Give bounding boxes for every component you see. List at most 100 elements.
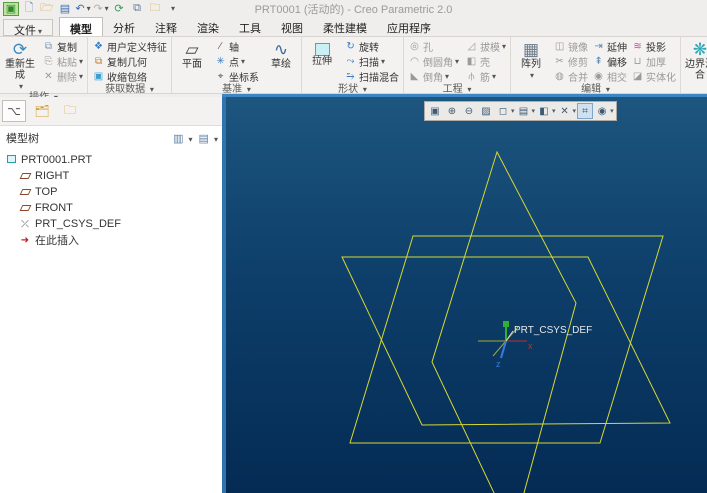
tab-annotate[interactable]: 注释 xyxy=(145,17,187,36)
tab-file[interactable]: 文件 ▾ xyxy=(3,19,54,37)
tab-render[interactable]: 渲染 xyxy=(187,17,229,36)
delete-button[interactable]: ✕ 删除 ▾ xyxy=(40,69,85,84)
datum-display-filters-dropdown[interactable]: ▾ xyxy=(573,107,577,115)
extrude-button[interactable]: 拉伸 xyxy=(304,39,340,67)
save-icon[interactable]: ▤ xyxy=(57,2,73,16)
new-file-icon[interactable]: 🗋 xyxy=(21,2,37,16)
mirror-button[interactable]: ◫ 镜像 xyxy=(551,39,590,54)
refit-button[interactable]: ▣ xyxy=(427,103,443,119)
saved-orientations-button[interactable]: ◻ xyxy=(495,103,511,119)
csys-icon: ⤫ xyxy=(21,218,29,230)
repaint-button[interactable]: ▨ xyxy=(478,103,494,119)
tab-tools[interactable]: 工具 xyxy=(229,17,271,36)
ribbon-group-surfaces: ❋ 边界混合 ▢填充 ◠造型 ●自由式 曲面 ▾ xyxy=(681,37,707,93)
tab-view[interactable]: 视图 xyxy=(271,17,313,36)
trim-icon: ✂ xyxy=(555,56,564,67)
swept-blend-button[interactable]: ⥲ 扫描混合 xyxy=(342,69,401,84)
tab-flexible-modeling[interactable]: 柔性建模 xyxy=(313,17,377,36)
datum-plane-icon xyxy=(18,203,32,214)
hole-button[interactable]: ◎ 孔 xyxy=(406,39,461,54)
copy-geometry-icon: ⧉ xyxy=(94,56,103,67)
draft-button[interactable]: ◿ 拔模 ▾ xyxy=(463,39,508,54)
model-tree: PRT0001.PRT RIGHT TOP FRONT ⤫ PRT_CSYS_D… xyxy=(0,149,222,248)
axis-icon: ∕ xyxy=(219,41,222,52)
shell-button[interactable]: ◧ 壳 xyxy=(463,54,508,69)
redo-icon[interactable]: ↷ ▾ xyxy=(93,2,109,16)
favorites-tab[interactable]: 🗀 xyxy=(58,100,82,122)
rib-icon: ⫛ xyxy=(468,71,475,82)
regenerate-button[interactable]: ⟳ 重新生成 ▾ xyxy=(2,39,38,92)
view-manager-button[interactable]: ▤ xyxy=(516,103,532,119)
solidify-button[interactable]: ◪ 实体化 xyxy=(629,69,678,84)
rib-button[interactable]: ⫛ 筋 ▾ xyxy=(463,69,508,84)
extend-button[interactable]: ⇥ 延伸 xyxy=(590,39,629,54)
undo-icon[interactable]: ↶ ▾ xyxy=(75,2,91,16)
chamfer-icon: ◣ xyxy=(410,71,419,82)
axis-button[interactable]: ∕ 轴 xyxy=(212,39,261,54)
spin-center-dropdown[interactable]: ▾ xyxy=(610,107,614,115)
tree-item-default-csys[interactable]: ⤫ PRT_CSYS_DEF xyxy=(0,216,222,232)
round-button[interactable]: ◠ 倒圆角 ▾ xyxy=(406,54,461,69)
round-icon: ◠ xyxy=(410,56,419,67)
tree-item-front-plane[interactable]: FRONT xyxy=(0,200,222,216)
group-label-get-data[interactable]: 获取数据 ▾ xyxy=(88,84,171,96)
datum-plane-icon: ▱ xyxy=(185,40,199,59)
tree-item-part[interactable]: PRT0001.PRT xyxy=(0,152,222,168)
udf-icon: ❖ xyxy=(94,41,103,52)
merge-button[interactable]: ◍ 合并 xyxy=(551,69,590,84)
shrinkwrap-button[interactable]: ▣ 收缩包络 xyxy=(90,69,169,84)
tab-model[interactable]: 模型 xyxy=(59,17,104,36)
offset-button[interactable]: ⇞ 偏移 xyxy=(590,54,629,69)
chamfer-button[interactable]: ◣ 倒角 ▾ xyxy=(406,69,461,84)
ribbon-group-get-data: ❖ 用户定义特征 ⧉ 复制几何 ▣ 收缩包络 获取数据 ▾ xyxy=(88,37,173,96)
paste-button[interactable]: ⎘ 粘贴 ▾ xyxy=(40,54,85,69)
regenerate-icon: ⟳ xyxy=(12,40,28,59)
model-tree-tab[interactable]: ⌥ xyxy=(2,100,26,122)
intersect-button[interactable]: ◉ 相交 xyxy=(590,69,629,84)
tree-filters-button[interactable]: ▥ ▾ xyxy=(173,132,192,145)
tree-item-top-plane[interactable]: TOP xyxy=(0,184,222,200)
view-manager-dropdown[interactable]: ▾ xyxy=(532,107,536,115)
window-switch-icon[interactable]: ⧉ xyxy=(129,2,145,16)
boundary-blend-button[interactable]: ❋ 边界混合 xyxy=(683,39,707,81)
tab-applications[interactable]: 应用程序 xyxy=(377,17,441,36)
trim-button[interactable]: ✂ 修剪 xyxy=(551,54,590,69)
ribbon-group-editing: ▦ 阵列 ▾ ◫ 镜像 ⇥ 延伸 ≋ 投影 ✂ 修剪 ⇞ 偏移 ⊔ 加厚 ◍ 合并 xyxy=(511,37,682,95)
open-file-icon[interactable]: 🗁 xyxy=(39,2,55,16)
tab-analysis[interactable]: 分析 xyxy=(103,17,145,36)
plane-button[interactable]: ▱ 平面 xyxy=(174,39,210,70)
toolbar-options-icon[interactable]: ▾ xyxy=(165,2,181,16)
zoom-out-button[interactable]: ⊖ xyxy=(461,103,477,119)
datum-display-filters-button[interactable]: ✕ xyxy=(557,103,573,119)
annotation-display-button[interactable]: ⌗ xyxy=(577,103,594,119)
csys-button[interactable]: ⌖ 坐标系 xyxy=(212,69,261,84)
display-style-dropdown[interactable]: ▾ xyxy=(552,107,556,115)
open-recent-icon[interactable]: 🗀 xyxy=(147,2,163,16)
sweep-button[interactable]: ⤳ 扫描 ▾ xyxy=(342,54,401,69)
graphics-area[interactable]: x z PRT_CSYS_DEF ▣ ⊕ ⊖ ▨ ◻ ▾ ▤ ▾ ◧ ▾ ✕ ▾ ⌗ ◉ ▾ xyxy=(226,97,707,493)
pattern-icon: ▦ xyxy=(523,40,540,59)
pattern-button[interactable]: ▦ 阵列 ▾ xyxy=(513,39,549,81)
display-style-button[interactable]: ◧ xyxy=(536,103,552,119)
tree-item-right-plane[interactable]: RIGHT xyxy=(0,168,222,184)
tree-item-insert-here[interactable]: ➜ 在此插入 xyxy=(0,232,222,248)
folder-browser-tab[interactable]: 🗂 xyxy=(30,100,54,122)
tree-settings-button[interactable]: ▤ ▾ xyxy=(199,132,218,145)
saved-orientations-dropdown[interactable]: ▾ xyxy=(511,107,515,115)
project-button[interactable]: ≋ 投影 xyxy=(629,39,668,54)
zoom-in-button[interactable]: ⊕ xyxy=(444,103,460,119)
spin-center-button[interactable]: ◉ xyxy=(594,103,610,119)
csys-label-leader xyxy=(505,330,514,342)
thicken-button[interactable]: ⊔ 加厚 xyxy=(629,54,668,69)
model-tree-header: 模型树 ▥ ▾ ▤ ▾ xyxy=(0,126,222,149)
csys-x-label: x xyxy=(528,341,533,351)
copy-button[interactable]: ⧉ 复制 xyxy=(40,39,85,54)
revolve-button[interactable]: ↻ 旋转 xyxy=(342,39,401,54)
datum-plane-icon xyxy=(18,171,32,182)
udf-button[interactable]: ❖ 用户定义特征 xyxy=(90,39,169,54)
insert-here-icon: ➜ xyxy=(20,234,30,246)
copy-geometry-button[interactable]: ⧉ 复制几何 xyxy=(90,54,169,69)
regenerate-small-icon[interactable]: ⟳ xyxy=(111,2,127,16)
sketch-button[interactable]: ∿ 草绘 xyxy=(263,39,299,70)
point-button[interactable]: ✳ 点 ▾ xyxy=(212,54,261,69)
